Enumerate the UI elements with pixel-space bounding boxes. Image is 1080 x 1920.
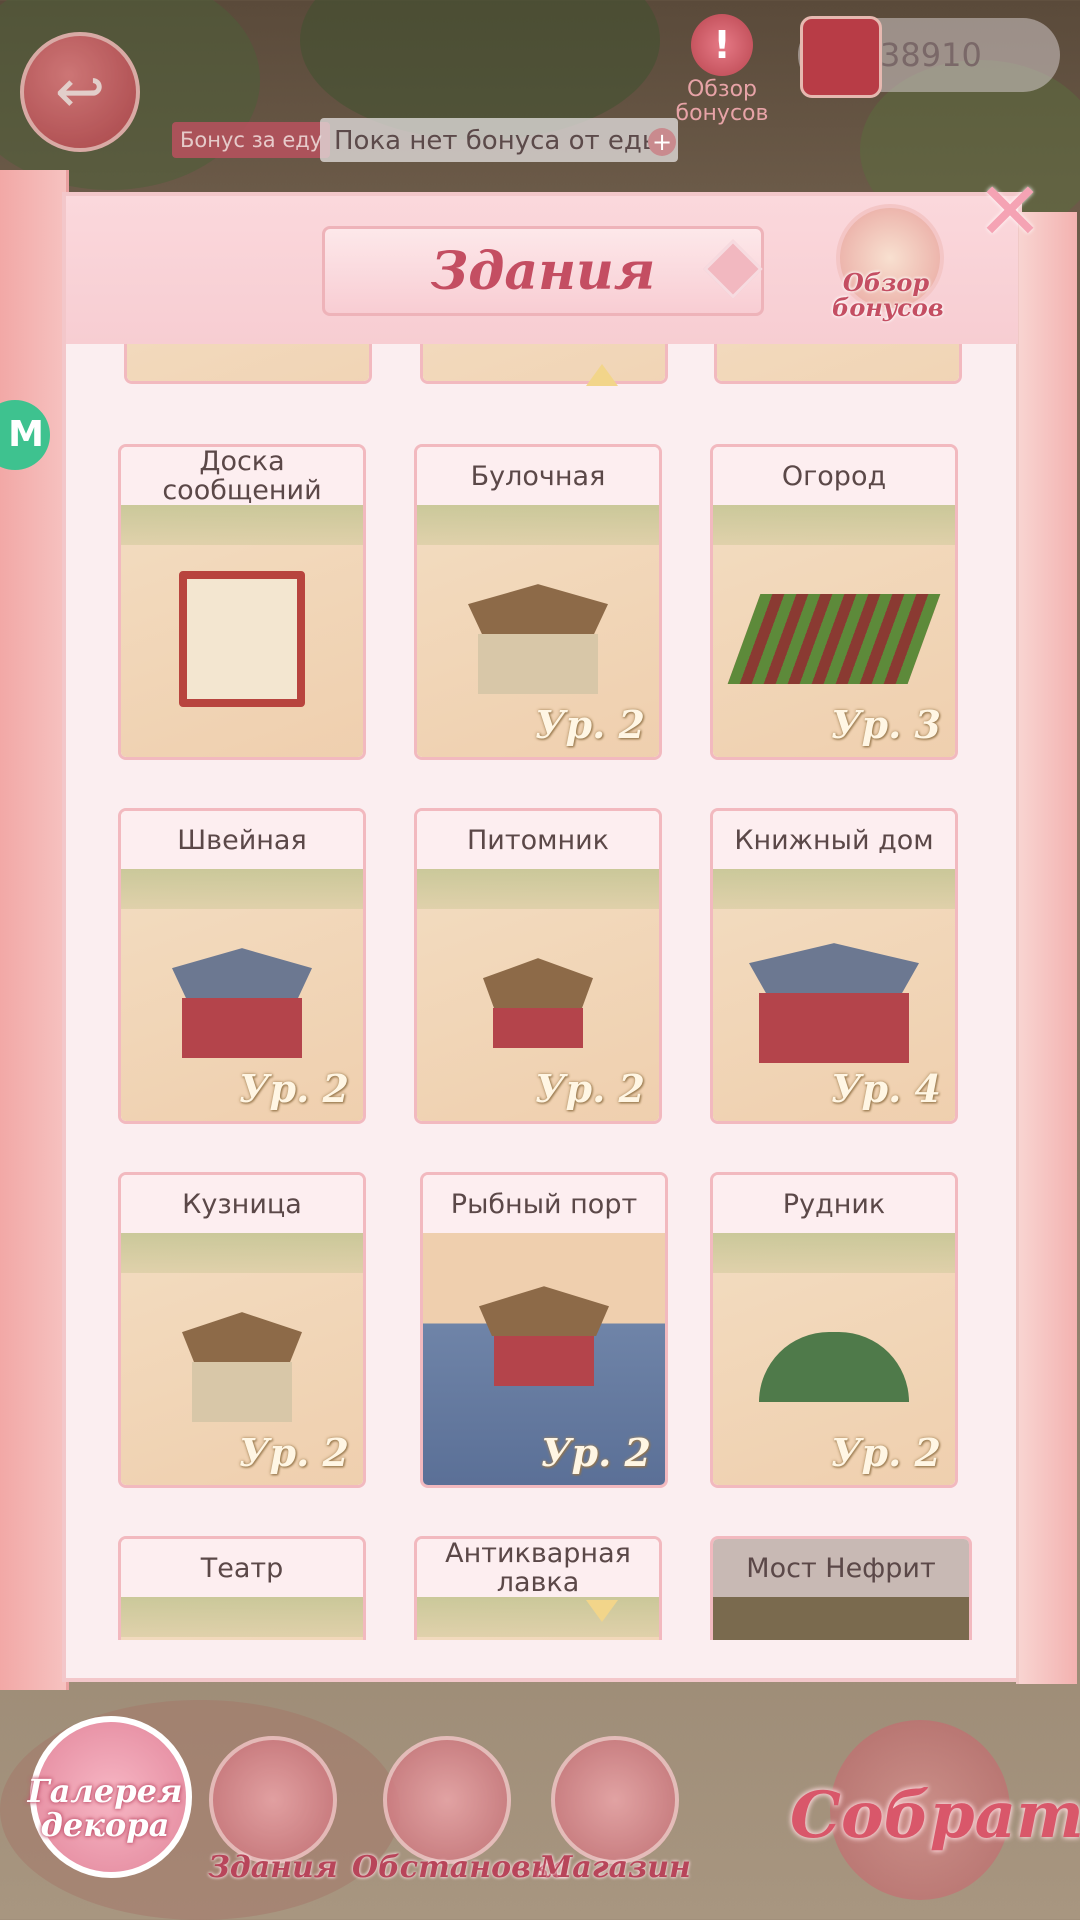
building-level: Ур. 3 [830,702,941,747]
food-bonus-value: Пока нет бонуса от еды [334,126,663,156]
building-card[interactable]: Кузница Ур. 2 [118,1172,366,1488]
right-scroll-decor [1016,212,1077,1684]
building-name: Булочная [417,447,659,505]
building-card[interactable]: Рыбный порт Ур. 2 [420,1172,668,1488]
building-name: Рыбный порт [423,1175,665,1233]
building-level: Ур. 2 [830,1430,941,1475]
bonus-overview-label: Обзор бонусов [832,268,944,322]
title-banner: Здания [322,226,764,316]
building-card[interactable]: Книжный дом Ур. 4 [710,808,958,1124]
building-card-partial[interactable] [420,344,668,384]
food-bonus-label: Бонус за еду [172,122,331,158]
building-name: Книжный дом [713,811,955,869]
building-card[interactable]: Рудник Ур. 2 [710,1172,958,1488]
collect-label: Собрать [790,1778,1080,1853]
coin-value: 38910 [880,36,982,74]
building-card-partial[interactable] [124,344,372,384]
building-card[interactable]: Антикварная лавка [414,1536,662,1640]
nav-shop-label: Магазин [539,1850,691,1885]
building-name: Антикварная лавка [417,1539,659,1597]
building-level: Ур. 2 [534,702,645,747]
nav-gallery-label: Галерея декора [27,1772,183,1844]
left-scroll-decor [0,170,69,1690]
hammer-icon [209,1736,337,1864]
building-level: Ур. 2 [540,1430,651,1475]
back-button[interactable]: ↩ [20,32,140,152]
building-image [713,1597,969,1640]
building-card[interactable]: Огород Ур. 3 [710,444,958,760]
house-icon [383,1736,511,1864]
nav-buildings-label: Здания [208,1850,338,1885]
building-card[interactable]: Театр [118,1536,366,1640]
add-food-bonus-icon[interactable]: + [648,128,676,156]
exclamation-icon: ! [691,14,753,76]
building-level: Ур. 2 [238,1430,349,1475]
nav-buildings-button[interactable]: Здания [198,1736,348,1896]
coin-icon [800,16,882,98]
nav-furnishing-label: Обстановка [352,1850,571,1885]
nav-gallery-button[interactable]: Галерея декора [28,1716,192,1878]
building-image [121,1597,363,1640]
building-card-locked[interactable]: Мост Нефрит [710,1536,972,1640]
building-name: Питомник [417,811,659,869]
nav-furnishing-button[interactable]: Обстановка [352,1736,571,1896]
building-image [417,1597,659,1640]
close-butterfly-icon[interactable]: ✕ [968,170,1052,254]
panel-title: Здания [430,240,656,302]
building-name: Рудник [713,1175,955,1233]
building-name: Кузница [121,1175,363,1233]
building-level: Ур. 2 [534,1066,645,1111]
building-name: Мост Нефрит [713,1539,969,1597]
back-arrow-icon: ↩ [54,57,106,127]
building-name: Огород [713,447,955,505]
building-name: Доска сообщений [121,447,363,505]
bonus-overview-button[interactable]: Обзор бонусов [832,204,944,322]
shop-icon [551,1736,679,1864]
building-name: Швейная [121,811,363,869]
nav-shop-button[interactable]: Магазин [539,1736,691,1896]
bonus-overview-top-button[interactable]: ! Обзор бонусов [668,14,776,126]
bonus-overview-top-label: Обзор бонусов [675,77,769,126]
scroll-up-arrow-icon[interactable] [586,364,618,386]
buildings-grid[interactable]: Доска сообщений Булочная Ур. 2 Огород Ур… [66,344,1018,1640]
building-card[interactable]: Доска сообщений [118,444,366,760]
building-card[interactable]: Питомник Ур. 2 [414,808,662,1124]
building-card[interactable]: Булочная Ур. 2 [414,444,662,760]
building-card-partial[interactable] [714,344,962,384]
building-name: Театр [121,1539,363,1597]
scroll-down-arrow-icon[interactable] [586,1600,618,1622]
building-level: Ур. 2 [238,1066,349,1111]
building-level: Ур. 4 [830,1066,941,1111]
collect-button[interactable]: Собрать [790,1720,1080,1900]
building-card[interactable]: Швейная Ур. 2 [118,808,366,1124]
building-image [121,505,363,757]
